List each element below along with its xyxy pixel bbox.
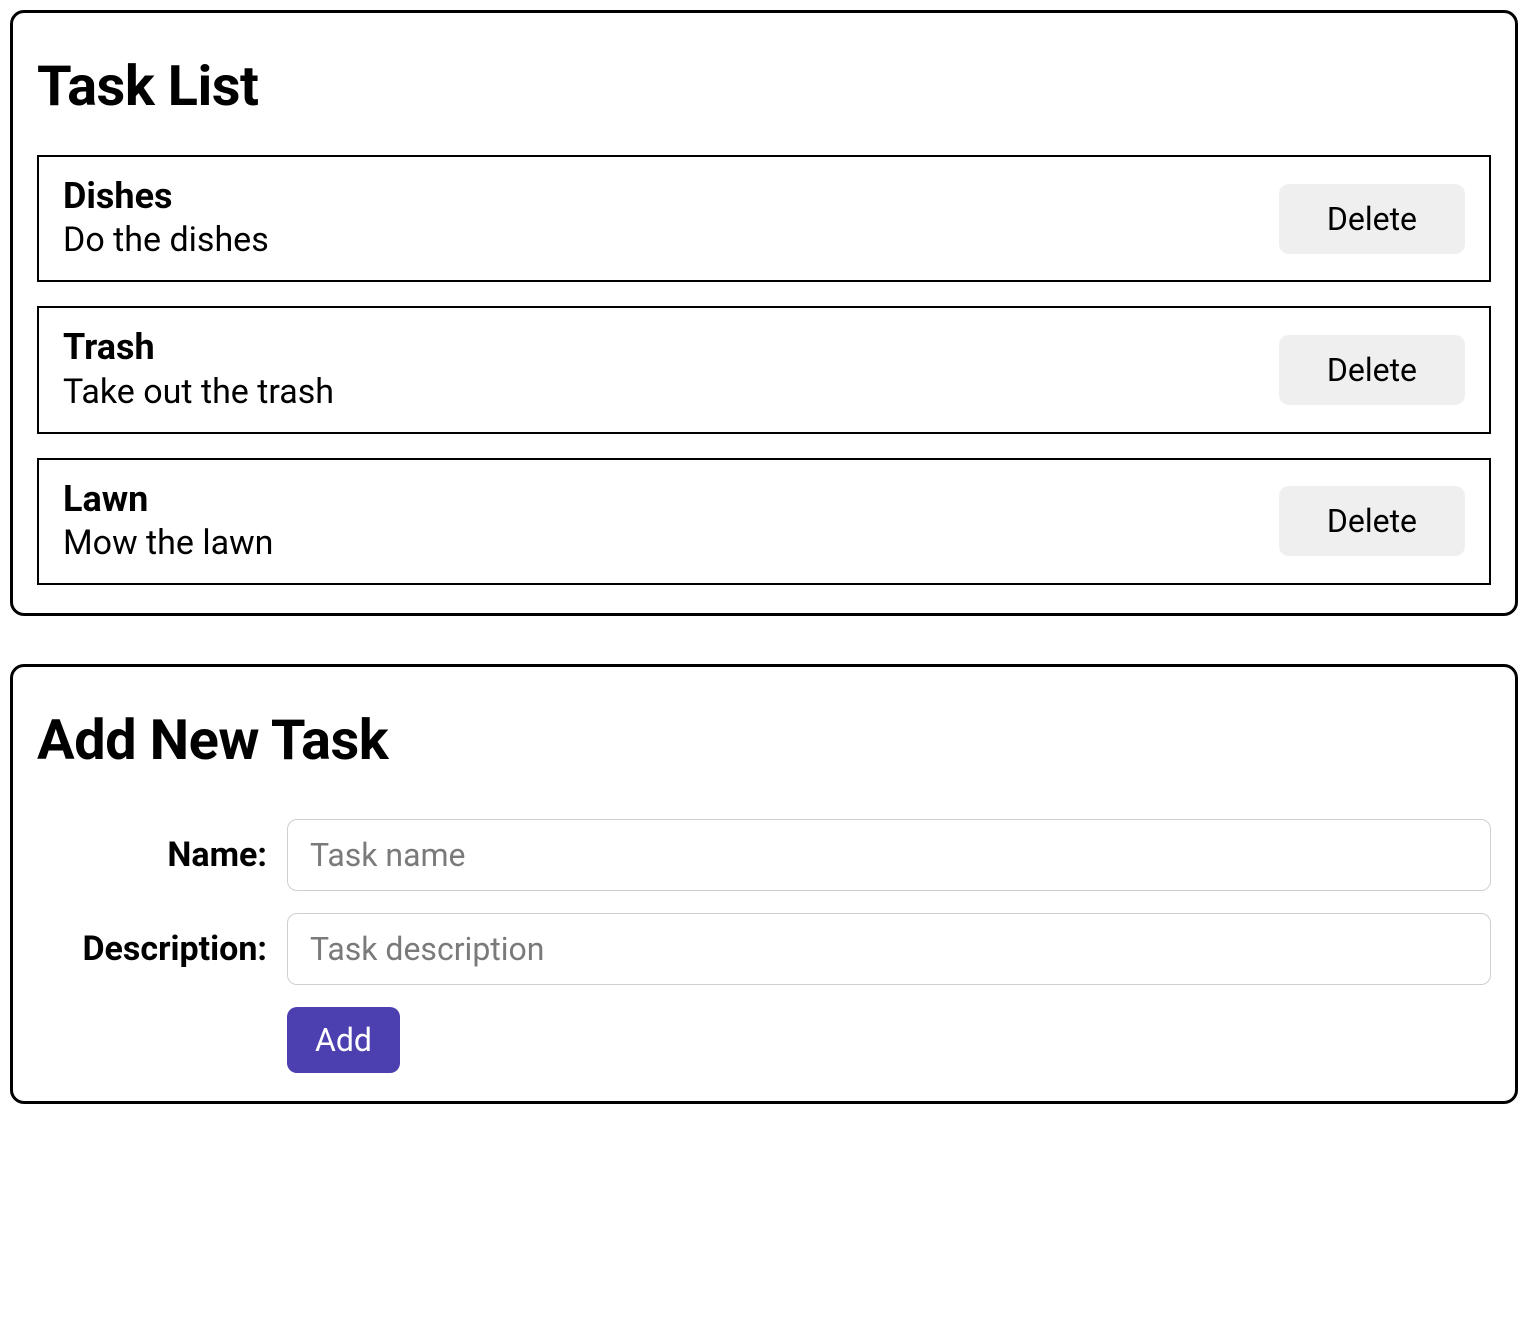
delete-button[interactable]: Delete: [1279, 335, 1465, 405]
form-actions: Add: [287, 1007, 1491, 1073]
name-input[interactable]: [287, 819, 1491, 891]
task-description: Do the dishes: [63, 218, 269, 262]
add-task-title: Add New Task: [37, 707, 1491, 773]
task-description: Take out the trash: [63, 370, 334, 414]
task-row: Trash Take out the trash Delete: [37, 306, 1491, 433]
name-label: Name:: [37, 835, 287, 875]
add-button[interactable]: Add: [287, 1007, 400, 1073]
task-row: Dishes Do the dishes Delete: [37, 155, 1491, 282]
task-list-title: Task List: [37, 53, 1491, 119]
task-name: Lawn: [63, 478, 273, 521]
task-name: Trash: [63, 326, 334, 369]
add-task-panel: Add New Task Name: Description: Add: [10, 664, 1518, 1104]
task-text: Dishes Do the dishes: [63, 175, 269, 262]
form-row-description: Description:: [37, 913, 1491, 985]
form-row-name: Name:: [37, 819, 1491, 891]
delete-button[interactable]: Delete: [1279, 486, 1465, 556]
task-list-panel: Task List Dishes Do the dishes Delete Tr…: [10, 10, 1518, 616]
task-name: Dishes: [63, 175, 269, 218]
task-text: Lawn Mow the lawn: [63, 478, 273, 565]
description-label: Description:: [37, 929, 287, 969]
description-input[interactable]: [287, 913, 1491, 985]
task-row: Lawn Mow the lawn Delete: [37, 458, 1491, 585]
add-task-form: Name: Description: Add: [37, 809, 1491, 1073]
delete-button[interactable]: Delete: [1279, 184, 1465, 254]
task-text: Trash Take out the trash: [63, 326, 334, 413]
task-description: Mow the lawn: [63, 521, 273, 565]
